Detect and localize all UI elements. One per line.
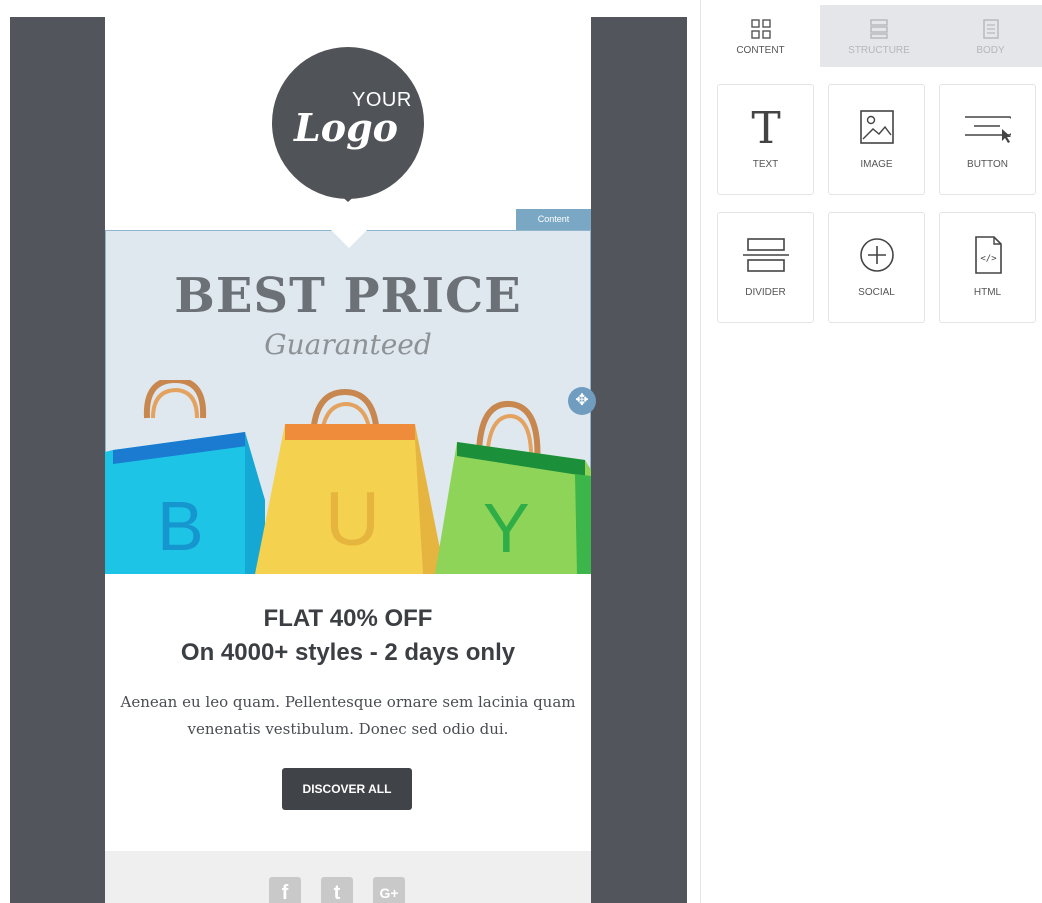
sidebar-panel: CONTENT STRUCTURE BODY T TEXT IMAGE BUTT… [700,0,1042,903]
block-divider-label: DIVIDER [745,287,786,298]
yellow-bag: U [255,388,445,574]
image-icon [860,110,894,144]
block-image-label: IMAGE [860,159,893,170]
block-text[interactable]: T TEXT [717,84,814,195]
move-handle-icon[interactable]: ✥ [568,387,596,415]
html-file-icon: </> [975,236,1002,274]
tab-structure-label: STRUCTURE [848,45,910,56]
banner-subheadline: Guaranteed [264,328,432,361]
document-icon [982,19,999,39]
grid-icon [750,19,771,39]
banner-image-block[interactable]: BEST PRICE Guaranteed B U Y [105,230,591,574]
logo[interactable]: YOUR Logo [272,47,424,199]
block-html-label: HTML [973,287,1002,298]
google-plus-icon[interactable]: G+ [373,877,405,903]
logo-pin [338,193,358,202]
tab-body[interactable]: BODY [938,5,1042,67]
bag-letter-b: B [157,487,204,565]
rows-icon [870,19,888,39]
svg-text:</>: </> [980,254,997,264]
email-body: YOUR Logo Content BEST PRICE Guaranteed … [105,17,591,903]
bag-letter-y: Y [483,489,530,567]
content-tag[interactable]: Content [516,209,591,230]
block-html[interactable]: </> HTML [939,212,1036,323]
button-icon [965,116,1011,143]
social-footer: f t G+ [105,851,591,903]
shopping-bags-illustration: B U Y [105,380,591,574]
text-icon: T [751,107,780,147]
bag-letter-u: U [325,477,380,562]
block-text-label: TEXT [752,159,779,170]
tab-body-label: BODY [976,45,1005,56]
block-image[interactable]: IMAGE [828,84,925,195]
social-plus-icon [860,238,894,272]
block-button[interactable]: BUTTON [939,84,1036,195]
discover-all-button[interactable]: DISCOVER ALL [282,768,412,810]
banner-headline: BEST PRICE [174,268,522,324]
tab-content-label: CONTENT [736,45,785,56]
green-bag: Y [435,400,591,574]
block-social[interactable]: SOCIAL [828,212,925,323]
body-paragraph: Aenean eu leo quam. Pellentesque ornare … [120,693,576,738]
block-social-label: SOCIAL [858,287,895,298]
tab-content[interactable]: CONTENT [701,5,820,67]
offer-subheadline: On 4000+ styles - 2 days only [180,639,516,666]
banner-notch [331,230,367,248]
block-divider[interactable]: DIVIDER [717,212,814,323]
block-button-label: BUTTON [967,159,1008,170]
email-canvas: YOUR Logo Content BEST PRICE Guaranteed … [10,17,687,903]
divider-icon [743,238,789,272]
facebook-icon[interactable]: f [269,877,301,903]
offer-headline: FLAT 40% OFF [263,605,433,632]
blue-bag: B [105,380,265,574]
twitter-icon[interactable]: t [321,877,353,903]
svg-text:T: T [751,107,780,147]
logo-main-text: Logo [294,105,398,150]
tab-structure[interactable]: STRUCTURE [820,5,938,67]
